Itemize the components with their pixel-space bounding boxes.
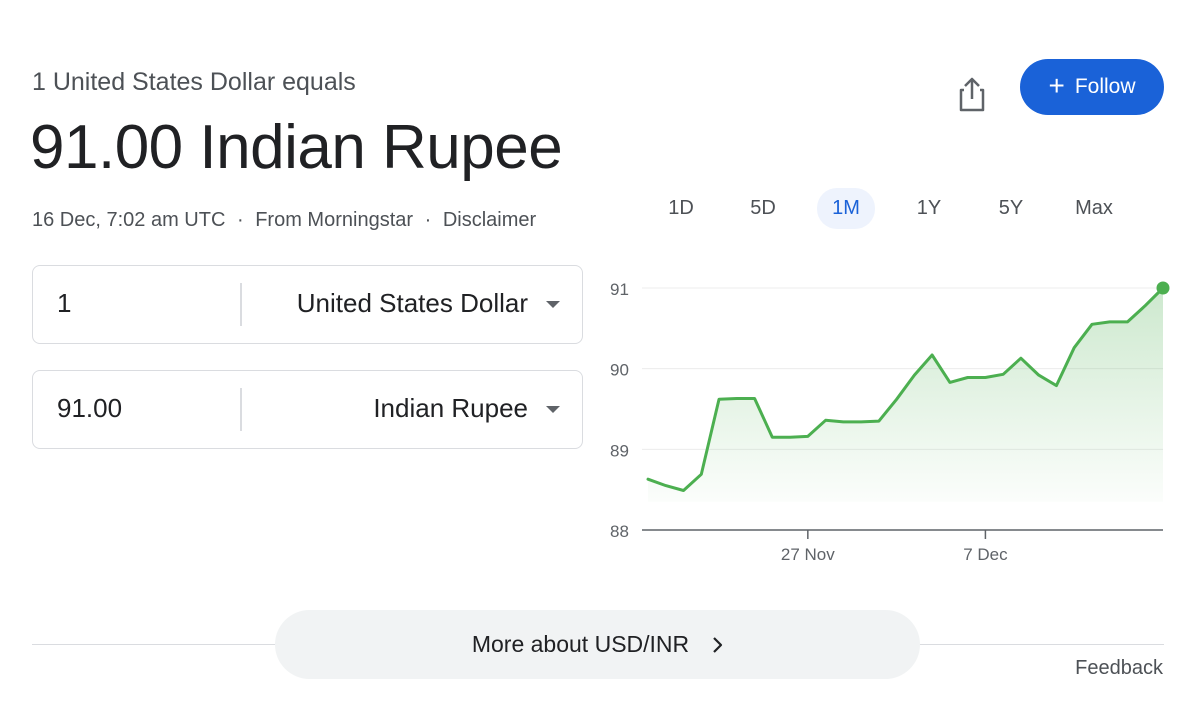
share-icon	[959, 77, 985, 112]
converted-value-heading: 91.00 Indian Rupee	[30, 113, 563, 182]
converter-subtitle: 1 United States Dollar equals	[32, 68, 356, 96]
range-tab-1d[interactable]: 1D	[657, 188, 705, 229]
more-about-label: More about USD/INR	[471, 631, 690, 657]
range-tab-1m[interactable]: 1M	[817, 188, 875, 229]
range-tab-5d[interactable]: 5D	[738, 188, 788, 229]
y-tick-label: 90	[610, 361, 629, 380]
from-currency-row: 1 United States Dollar	[32, 265, 583, 344]
rate-meta-line: 16 Dec, 7:02 am UTC · From Morningstar ·…	[32, 209, 536, 232]
more-about-button[interactable]: More about USD/INR	[275, 610, 920, 679]
converter-divider	[240, 283, 242, 326]
to-amount-input[interactable]: 91.00	[57, 393, 122, 424]
area-fill	[648, 288, 1163, 502]
current-value-marker	[1156, 281, 1170, 295]
to-currency-select[interactable]: Indian Rupee	[373, 393, 528, 424]
follow-button-label: Follow	[1074, 75, 1136, 98]
range-tab-5y[interactable]: 5Y	[986, 188, 1036, 229]
meta-separator: ·	[236, 209, 244, 231]
share-button[interactable]	[950, 72, 994, 116]
dropdown-arrow-icon[interactable]	[546, 301, 560, 308]
converter-divider	[240, 388, 242, 431]
from-currency-select[interactable]: United States Dollar	[297, 288, 528, 319]
range-tab-1y[interactable]: 1Y	[905, 188, 953, 229]
dropdown-arrow-icon[interactable]	[546, 406, 560, 413]
y-tick-label: 91	[610, 280, 629, 299]
to-currency-row: 91.00 Indian Rupee	[32, 370, 583, 449]
y-tick-label: 89	[610, 441, 629, 460]
exchange-rate-chart[interactable]: 88 89 90 91 27 Nov 7 Dec	[600, 262, 1180, 572]
plus-icon: +	[1048, 69, 1065, 101]
rate-source: From Morningstar	[255, 209, 414, 231]
rate-timestamp: 16 Dec, 7:02 am UTC	[32, 209, 226, 231]
feedback-link[interactable]: Feedback	[1075, 657, 1163, 680]
follow-button[interactable]: + Follow	[1020, 59, 1164, 115]
disclaimer-link[interactable]: Disclaimer	[443, 209, 536, 231]
range-tab-max[interactable]: Max	[1064, 188, 1124, 229]
y-tick-label: 88	[610, 522, 629, 541]
x-tick-label: 7 Dec	[963, 545, 1008, 564]
from-amount-input[interactable]: 1	[57, 288, 71, 319]
chevron-right-icon	[711, 636, 723, 654]
meta-separator: ·	[424, 209, 432, 231]
x-tick-label: 27 Nov	[781, 545, 835, 564]
